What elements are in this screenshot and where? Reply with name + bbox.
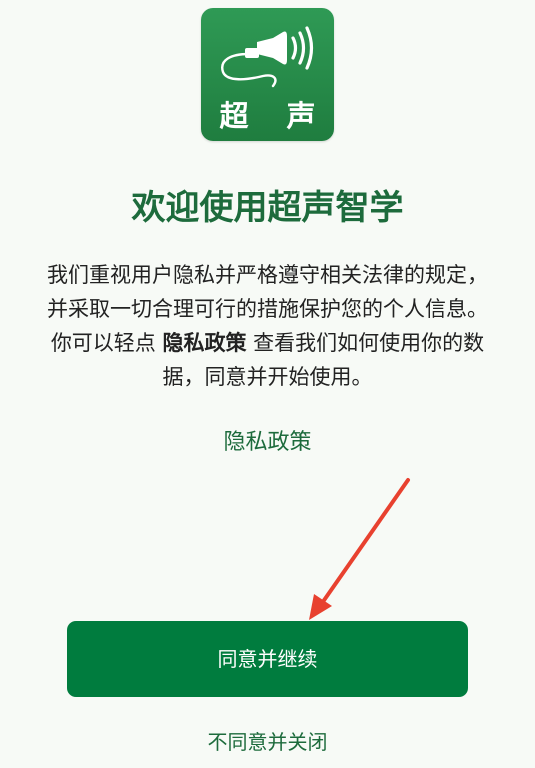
logo-text: 超 声: [219, 99, 330, 133]
privacy-description: 我们重视用户隐私并严格遵守相关法律的规定，并采取一切合理可行的措施保护您的个人信…: [44, 258, 491, 394]
description-policy-highlight: 隐私政策: [162, 331, 247, 355]
app-logo: 超 声: [201, 8, 334, 141]
privacy-policy-link-row: 隐私政策: [0, 426, 535, 460]
decline-link-row: 不同意并关闭: [0, 726, 535, 758]
page-title: 欢迎使用超声智学: [131, 188, 404, 228]
privacy-policy-link[interactable]: 隐私政策: [223, 430, 311, 455]
agree-continue-button[interactable]: 同意并继续: [67, 621, 468, 697]
decline-close-link[interactable]: 不同意并关闭: [208, 730, 328, 754]
